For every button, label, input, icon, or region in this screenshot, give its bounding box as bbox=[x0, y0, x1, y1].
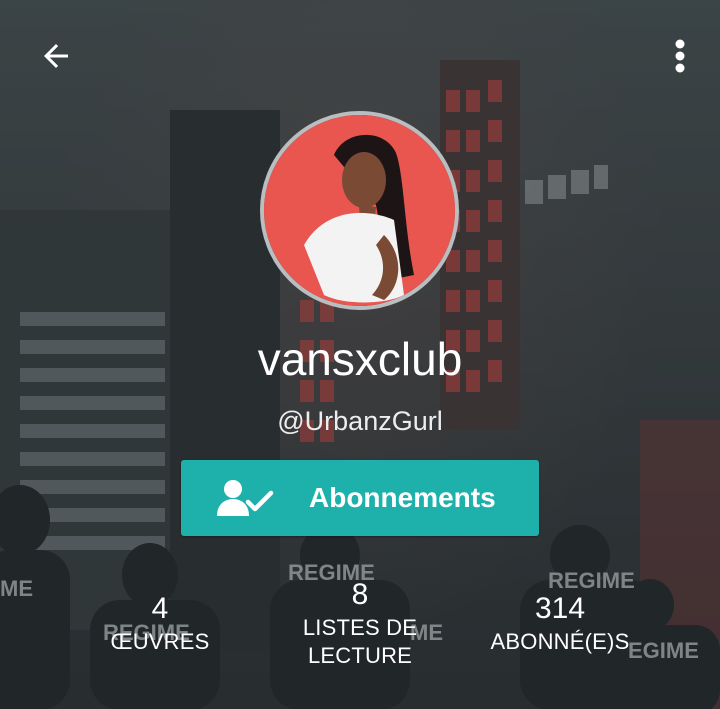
stat-works[interactable]: 4 ŒUVRES bbox=[100, 590, 220, 656]
top-bar bbox=[0, 0, 720, 110]
stat-followers[interactable]: 314 ABONNÉ(E)S bbox=[480, 590, 640, 656]
display-name: vansxclub bbox=[257, 333, 463, 385]
stat-reading-lists[interactable]: 8 LISTES DE LECTURE bbox=[285, 576, 435, 670]
stat-followers-label: ABONNÉ(E)S bbox=[490, 629, 630, 654]
arrow-left-icon bbox=[44, 44, 68, 68]
back-button[interactable] bbox=[28, 28, 84, 84]
username-handle: @UrbanzGurl bbox=[277, 406, 443, 436]
stat-works-label: ŒUVRES bbox=[110, 629, 210, 654]
user-check-icon bbox=[217, 480, 274, 516]
more-vert-icon bbox=[675, 39, 685, 73]
stat-works-value: 4 bbox=[151, 592, 169, 625]
stat-reading-lists-value: 8 bbox=[351, 578, 369, 611]
following-button-label: Abonnements bbox=[309, 482, 496, 513]
profile-screen: REGIME REGIME REGIME ME ME EGIME vansxcl… bbox=[0, 0, 720, 709]
more-options-button[interactable] bbox=[660, 28, 700, 84]
avatar-photo bbox=[264, 115, 455, 306]
avatar[interactable] bbox=[260, 111, 459, 310]
following-button[interactable]: Abonnements bbox=[181, 460, 539, 536]
stat-reading-lists-label: LISTES DE LECTURE bbox=[302, 615, 418, 668]
stat-followers-value: 314 bbox=[534, 592, 586, 625]
